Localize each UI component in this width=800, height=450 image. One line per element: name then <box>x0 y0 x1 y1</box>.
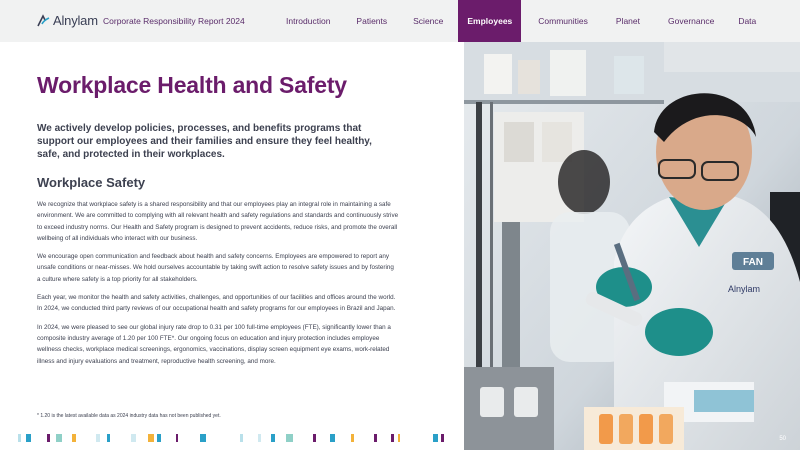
main-content: Workplace Health and Safety We actively … <box>37 70 399 367</box>
main-nav: Introduction Patients Science Employees … <box>277 0 765 42</box>
decorative-bar <box>157 434 161 442</box>
decorative-bar <box>330 434 335 442</box>
decorative-bar <box>96 434 100 442</box>
lead-paragraph: We actively develop policies, processes,… <box>37 123 372 160</box>
decorative-bar <box>391 434 394 442</box>
body-paragraph: We encourage open communication and feed… <box>37 253 394 283</box>
footnote: * 1.20 is the latest available data as 2… <box>37 413 221 419</box>
coat-logo-text: Alnylam <box>728 284 760 294</box>
logo-text: Alnylam <box>53 13 98 28</box>
section-title: Workplace Safety <box>37 175 146 190</box>
badge-name-text: FAN <box>743 257 763 268</box>
nav-item-patients[interactable]: Patients <box>339 0 402 42</box>
decorative-bar <box>433 434 438 442</box>
nav-item-science[interactable]: Science <box>402 0 458 42</box>
lab-scientist-photo: FAN Alnylam <box>464 42 800 450</box>
decorative-bar <box>56 434 62 442</box>
decorative-bar-strip <box>18 434 458 442</box>
decorative-bar <box>351 434 354 442</box>
decorative-bar <box>398 434 400 442</box>
decorative-bar <box>313 434 316 442</box>
decorative-bar <box>26 434 31 442</box>
top-navigation-bar: Alnylam Corporate Responsibility Report … <box>0 0 800 42</box>
page-title: Workplace Health and Safety <box>37 72 347 98</box>
decorative-bar <box>176 434 178 442</box>
decorative-bar <box>374 434 377 442</box>
nav-item-planet[interactable]: Planet <box>602 0 655 42</box>
body-paragraph: Each year, we monitor the health and saf… <box>37 294 396 313</box>
decorative-bar <box>240 434 243 442</box>
nav-item-introduction[interactable]: Introduction <box>277 0 339 42</box>
decorative-bar <box>286 434 293 442</box>
decorative-bar <box>18 434 21 442</box>
decorative-bar <box>148 434 154 442</box>
body-paragraph: We recognize that workplace safety is a … <box>37 201 399 242</box>
nav-item-data[interactable]: Data <box>726 0 765 42</box>
nav-item-governance[interactable]: Governance <box>655 0 726 42</box>
nav-item-communities[interactable]: Communities <box>521 0 602 42</box>
decorative-bar <box>258 434 261 442</box>
decorative-bar <box>47 434 50 442</box>
logo[interactable]: Alnylam <box>36 13 98 28</box>
decorative-bar <box>441 434 444 442</box>
decorative-bar <box>271 434 275 442</box>
alnylam-logo-icon <box>37 13 50 26</box>
hero-photo: FAN Alnylam 50 <box>464 42 800 450</box>
nav-item-employees[interactable]: Employees <box>458 0 522 42</box>
page-number: 50 <box>779 436 786 442</box>
report-title: Corporate Responsibility Report 2024 <box>103 16 245 26</box>
decorative-bar <box>107 434 110 442</box>
body-paragraph: In 2024, we were pleased to see our glob… <box>37 323 391 365</box>
decorative-bar <box>200 434 206 442</box>
decorative-bar <box>131 434 136 442</box>
decorative-bar <box>72 434 76 442</box>
